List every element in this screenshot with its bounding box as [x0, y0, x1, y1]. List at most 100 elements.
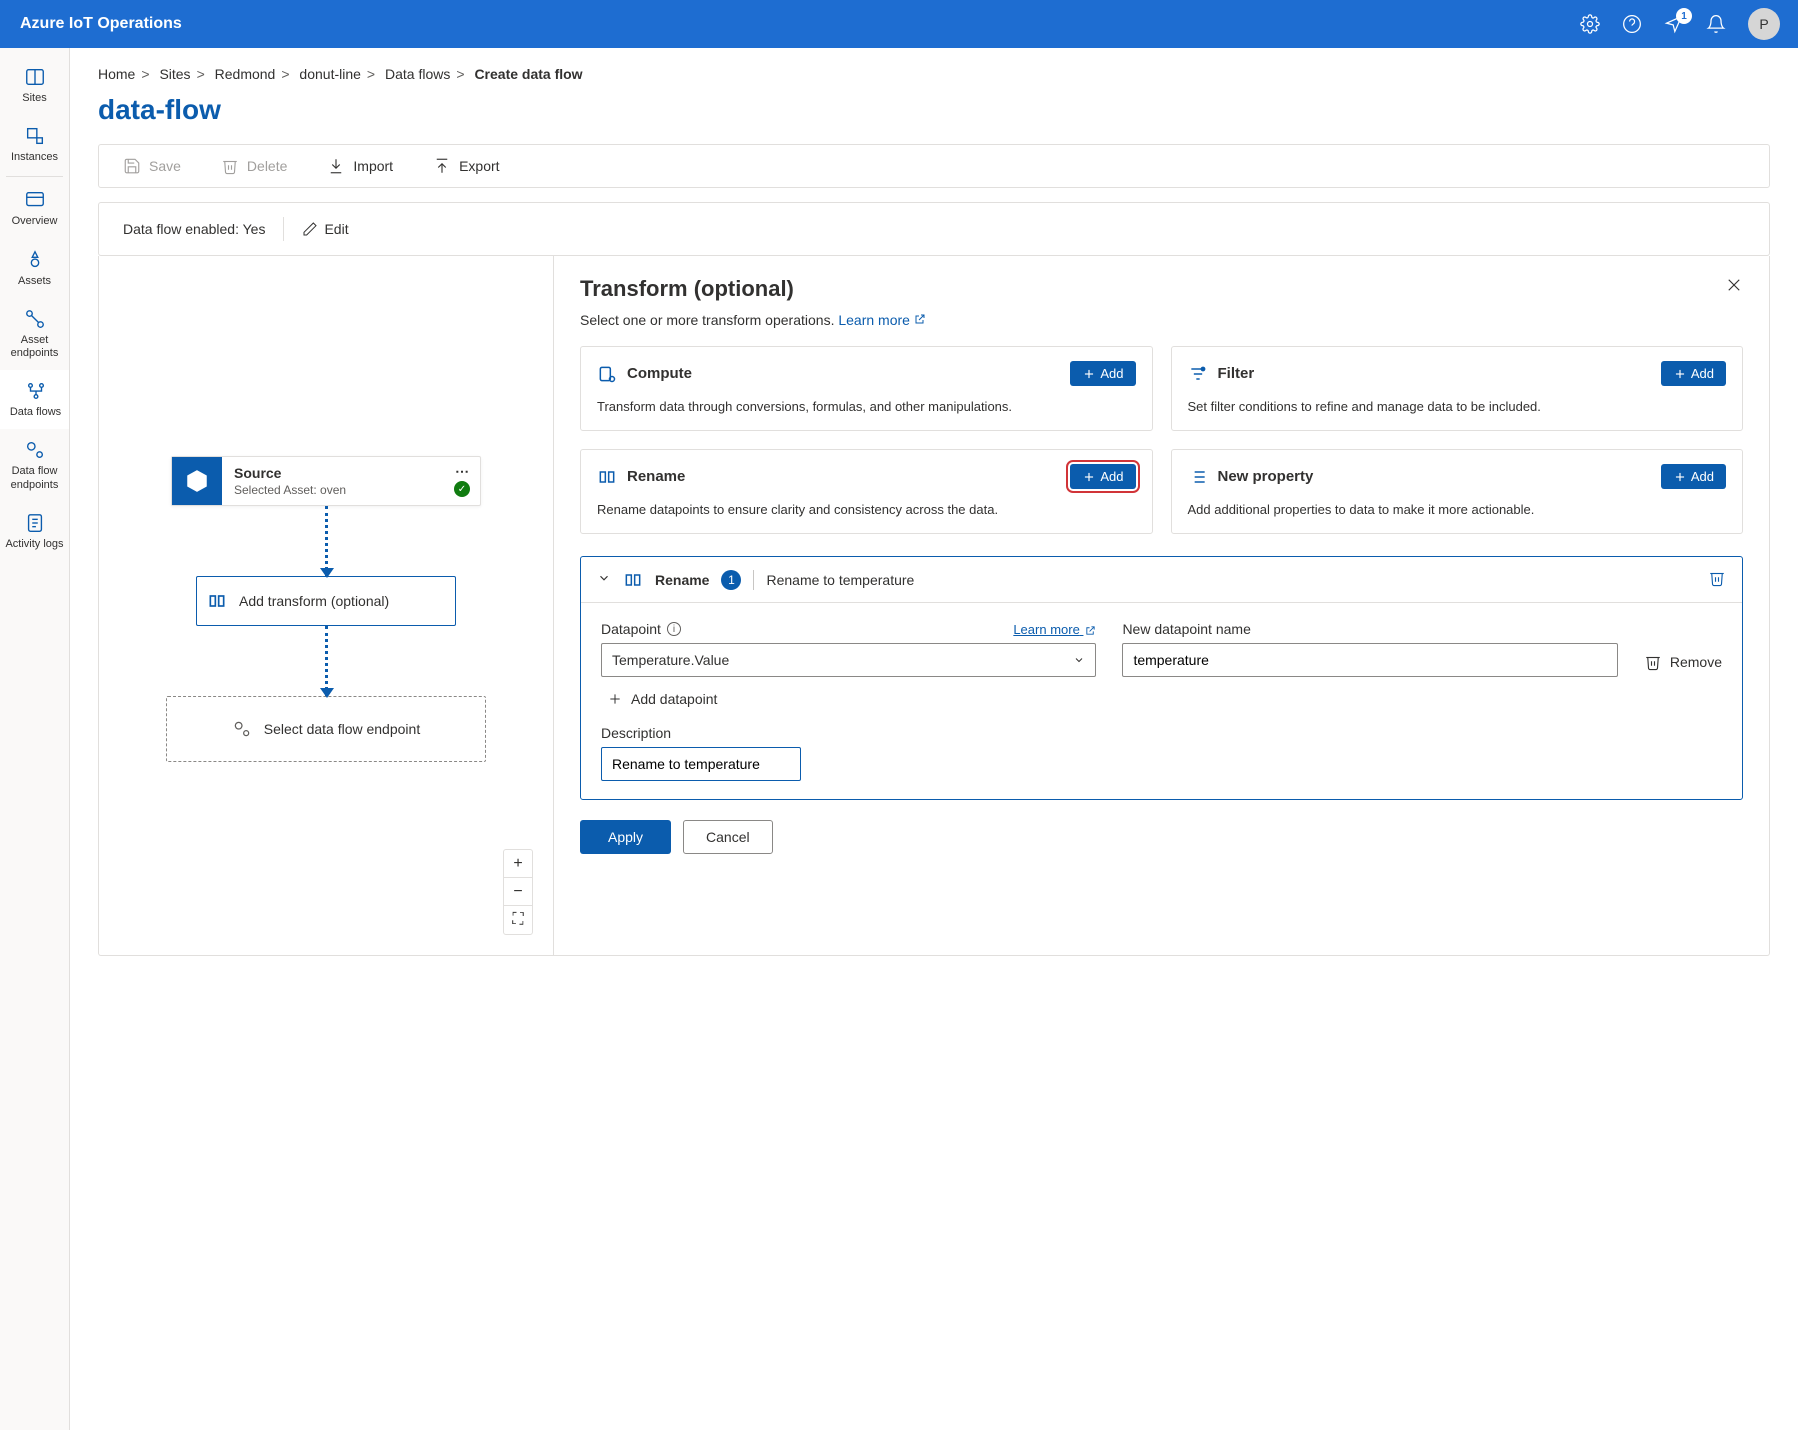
- add-newprop-button[interactable]: Add: [1661, 464, 1726, 489]
- delete-rename-icon[interactable]: [1708, 569, 1726, 590]
- card-desc: Add additional properties to data to mak…: [1188, 501, 1727, 519]
- rename-card: Rename Add Rename datapoints to ensure c…: [580, 449, 1153, 534]
- source-node[interactable]: Source Selected Asset: oven ⋯ ✓: [171, 456, 481, 506]
- description-label: Description: [601, 725, 801, 741]
- panel-actions: Apply Cancel: [580, 820, 1743, 854]
- rename-section-header: Rename 1 Rename to temperature: [581, 557, 1742, 603]
- export-button[interactable]: Export: [433, 157, 499, 175]
- compute-card: Compute Add Transform data through conve…: [580, 346, 1153, 431]
- crumb[interactable]: Sites: [159, 66, 190, 82]
- crumb[interactable]: donut-line: [299, 66, 361, 82]
- nav-label: Data flows: [10, 406, 61, 419]
- header-actions: 1 P: [1580, 8, 1780, 40]
- status-text: Data flow enabled: Yes: [123, 221, 265, 237]
- add-rename-button[interactable]: Add: [1070, 464, 1135, 489]
- chevron-down-icon: [1073, 654, 1085, 666]
- top-header: Azure IoT Operations 1 P: [0, 0, 1798, 48]
- brand-title: Azure IoT Operations: [20, 15, 182, 33]
- rename-section: Rename 1 Rename to temperature: [580, 556, 1743, 800]
- nav-label: Sites: [22, 92, 46, 105]
- zoom-controls: + − ⛶: [503, 849, 533, 935]
- canvas: Source Selected Asset: oven ⋯ ✓ Add tran…: [99, 256, 554, 955]
- user-avatar[interactable]: P: [1748, 8, 1780, 40]
- new-property-card: New property Add Add additional properti…: [1171, 449, 1744, 534]
- datapoint-label: Datapoint i: [601, 621, 681, 637]
- card-desc: Transform data through conversions, form…: [597, 398, 1136, 416]
- add-datapoint-button[interactable]: Add datapoint: [607, 691, 1722, 707]
- status-bar: Data flow enabled: Yes Edit: [98, 202, 1770, 256]
- rename-count-badge: 1: [721, 570, 741, 590]
- close-icon[interactable]: [1725, 276, 1743, 297]
- nav-assets[interactable]: Assets: [0, 239, 69, 298]
- nav-label: Instances: [11, 151, 58, 164]
- card-desc: Set filter conditions to refine and mana…: [1188, 398, 1727, 416]
- nav-data-flows[interactable]: Data flows: [0, 370, 69, 429]
- learn-more-link[interactable]: Learn more: [1013, 622, 1096, 637]
- crumb[interactable]: Home: [98, 66, 135, 82]
- learn-more-link[interactable]: Learn more: [838, 312, 926, 328]
- feedback-icon[interactable]: 1: [1664, 14, 1684, 34]
- nav-instances[interactable]: Instances: [0, 115, 69, 174]
- zoom-in-button[interactable]: +: [504, 850, 532, 878]
- endpoint-icon: [232, 719, 252, 739]
- main-content: Home> Sites> Redmond> donut-line> Data f…: [70, 48, 1798, 1430]
- remove-button[interactable]: Remove: [1644, 653, 1722, 677]
- datapoint-select[interactable]: Temperature.Value: [601, 643, 1096, 677]
- left-nav: Sites Instances Overview Assets Asset en…: [0, 48, 70, 1430]
- nav-sites[interactable]: Sites: [0, 56, 69, 115]
- rename-icon: [597, 467, 617, 487]
- cube-icon: [172, 457, 222, 505]
- feedback-badge: 1: [1676, 8, 1692, 24]
- add-filter-button[interactable]: Add: [1661, 361, 1726, 386]
- node-menu-icon[interactable]: ⋯: [455, 463, 470, 480]
- help-icon[interactable]: [1622, 14, 1642, 34]
- rename-summary: Rename to temperature: [766, 572, 914, 588]
- nav-overview[interactable]: Overview: [0, 179, 69, 238]
- zoom-fit-button[interactable]: ⛶: [504, 906, 532, 934]
- nav-label: Assets: [18, 275, 51, 288]
- import-button[interactable]: Import: [327, 157, 393, 175]
- save-button[interactable]: Save: [123, 157, 181, 175]
- nav-label: Data flow endpoints: [4, 465, 65, 491]
- settings-icon[interactable]: [1580, 14, 1600, 34]
- transform-icon: [207, 591, 227, 611]
- notifications-icon[interactable]: [1706, 14, 1726, 34]
- connector-arrow: [325, 626, 328, 696]
- add-compute-button[interactable]: Add: [1070, 361, 1135, 386]
- panel-title: Transform (optional): [580, 276, 1743, 302]
- check-icon: ✓: [454, 481, 470, 497]
- zoom-out-button[interactable]: −: [504, 878, 532, 906]
- card-desc: Rename datapoints to ensure clarity and …: [597, 501, 1136, 519]
- page-title: data-flow: [98, 94, 1770, 126]
- crumb[interactable]: Redmond: [215, 66, 276, 82]
- crumb[interactable]: Data flows: [385, 66, 450, 82]
- crumb-current: Create data flow: [474, 66, 582, 82]
- nav-label: Asset endpoints: [4, 334, 65, 360]
- info-icon[interactable]: i: [667, 622, 681, 636]
- rename-section-title: Rename: [655, 572, 709, 588]
- description-input[interactable]: [601, 747, 801, 781]
- transform-panel: Transform (optional) Select one or more …: [554, 256, 1769, 955]
- list-icon: [1188, 467, 1208, 487]
- nav-label: Activity logs: [5, 538, 63, 551]
- node-subtitle: Selected Asset: oven: [234, 483, 468, 497]
- breadcrumb: Home> Sites> Redmond> donut-line> Data f…: [98, 66, 1770, 82]
- newname-input[interactable]: [1122, 643, 1617, 677]
- connector-arrow: [325, 506, 328, 576]
- apply-button[interactable]: Apply: [580, 820, 671, 854]
- endpoint-node[interactable]: Select data flow endpoint: [166, 696, 486, 762]
- chevron-down-icon[interactable]: [597, 571, 611, 588]
- delete-button[interactable]: Delete: [221, 157, 287, 175]
- workspace: Source Selected Asset: oven ⋯ ✓ Add tran…: [98, 256, 1770, 956]
- panel-subtitle: Select one or more transform operations.…: [580, 312, 1743, 328]
- transform-node[interactable]: Add transform (optional): [196, 576, 456, 626]
- node-title: Source: [234, 465, 468, 481]
- nav-dataflow-endpoints[interactable]: Data flow endpoints: [0, 429, 69, 501]
- nav-asset-endpoints[interactable]: Asset endpoints: [0, 298, 69, 370]
- filter-icon: [1188, 364, 1208, 384]
- nav-activity-logs[interactable]: Activity logs: [0, 502, 69, 561]
- compute-icon: [597, 364, 617, 384]
- toolbar: Save Delete Import Export: [98, 144, 1770, 188]
- cancel-button[interactable]: Cancel: [683, 820, 773, 854]
- edit-button[interactable]: Edit: [302, 221, 348, 237]
